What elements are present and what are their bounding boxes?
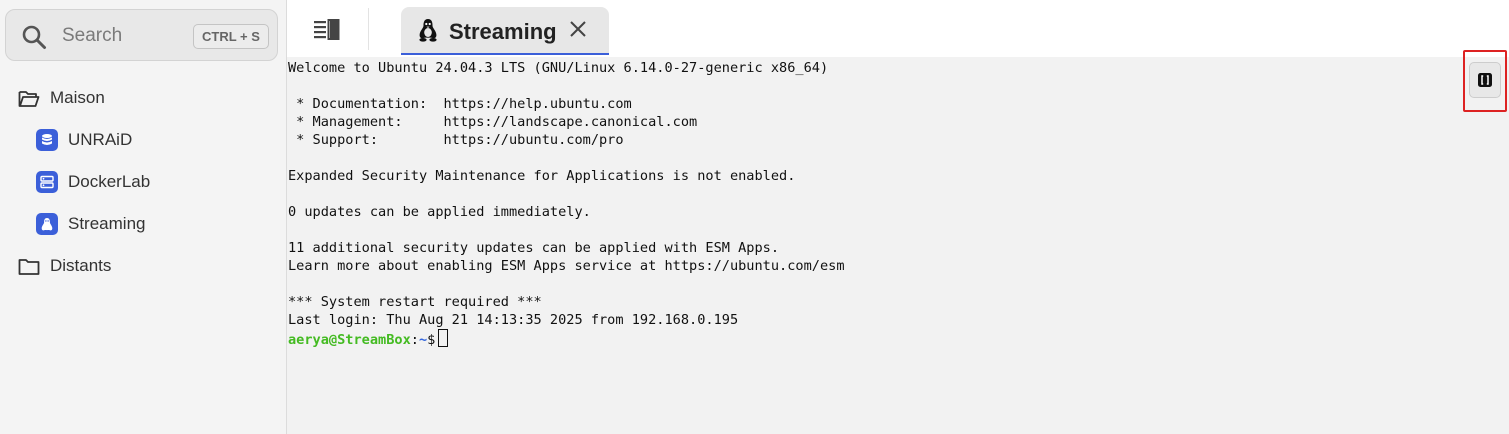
database-icon (36, 129, 58, 151)
search-box[interactable]: CTRL + S (5, 9, 278, 61)
host-label: DockerLab (68, 172, 151, 191)
tab-close-button[interactable] (567, 18, 589, 40)
prompt-separator: : (410, 332, 419, 348)
terminal-line: * Documentation: https://help.ubuntu.com (288, 96, 632, 112)
terminal-line: *** System restart required *** (288, 294, 542, 310)
search-icon (22, 25, 46, 49)
tab-streaming[interactable]: Streaming (401, 7, 609, 55)
search-input[interactable] (62, 23, 187, 49)
folder-open-icon (18, 90, 40, 107)
sidebar-toggle-button[interactable] (313, 19, 341, 41)
toolbar-divider (368, 8, 369, 50)
host-label: Streaming (68, 214, 146, 233)
close-icon (570, 21, 586, 37)
folder-icon (18, 258, 40, 275)
linux-penguin-icon (36, 213, 58, 235)
search-shortcut-badge: CTRL + S (193, 24, 269, 49)
tab-label: Streaming (449, 19, 557, 44)
snippet-brackets-icon (1478, 73, 1492, 87)
group-distants[interactable]: Distants (18, 256, 111, 276)
linux-penguin-icon (419, 19, 437, 42)
terminal-line: Expanded Security Maintenance for Applic… (288, 168, 796, 184)
host-dockerlab[interactable]: DockerLab (36, 171, 150, 193)
group-label: Distants (50, 256, 112, 275)
terminal-line: * Management: https://landscape.canonica… (288, 114, 698, 130)
terminal-cursor (438, 329, 449, 347)
terminal-line: * Support: https://ubuntu.com/pro (288, 132, 624, 148)
prompt-symbol: $ (427, 332, 436, 348)
server-icon (36, 171, 58, 193)
host-label: UNRAiD (68, 130, 133, 149)
prompt-path: ~ (418, 332, 428, 348)
highlight-box (1463, 50, 1507, 112)
terminal[interactable]: Welcome to Ubuntu 24.04.3 LTS (GNU/Linux… (288, 57, 1509, 434)
terminal-line: 11 additional security updates can be ap… (288, 240, 780, 256)
sidebar: CTRL + S Maison UNRAiD DockerLab (0, 0, 287, 434)
prompt-user: aerya@StreamBox (288, 332, 411, 348)
group-maison[interactable]: Maison (18, 88, 105, 108)
terminal-line: Learn more about enabling ESM Apps servi… (288, 258, 845, 274)
host-streaming[interactable]: Streaming (36, 213, 145, 235)
tab-bar: Streaming (287, 0, 1509, 57)
terminal-line: Welcome to Ubuntu 24.04.3 LTS (GNU/Linux… (288, 60, 829, 76)
sidebar-toggle-icon (314, 19, 340, 40)
terminal-line: Last login: Thu Aug 21 14:13:35 2025 fro… (288, 312, 739, 328)
group-label: Maison (50, 88, 105, 107)
snippets-button[interactable] (1469, 62, 1501, 98)
terminal-line: 0 updates can be applied immediately. (288, 204, 591, 220)
host-unraid[interactable]: UNRAiD (36, 129, 132, 151)
terminal-prompt: aerya@StreamBox:~$ (288, 329, 449, 348)
